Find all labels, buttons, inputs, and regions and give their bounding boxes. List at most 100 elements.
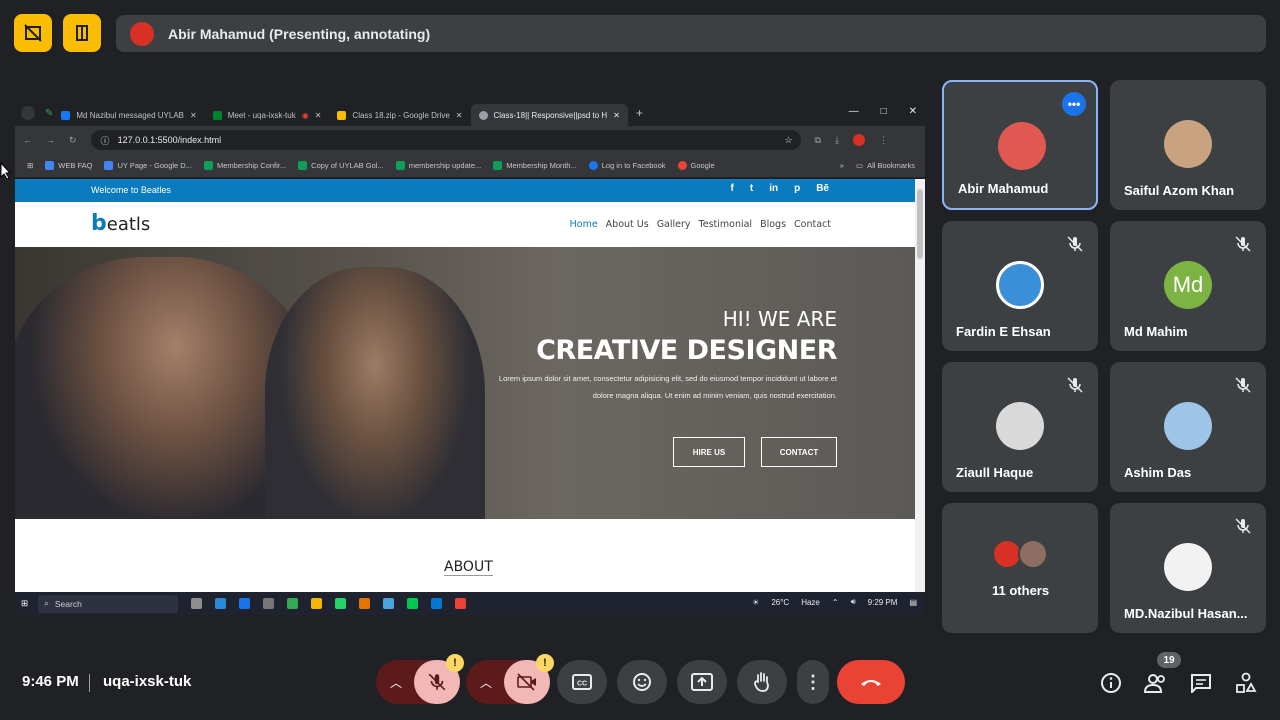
- mic-off-icon: [1235, 518, 1251, 534]
- facebook-icon[interactable]: f: [731, 183, 734, 194]
- new-tab-icon[interactable]: +: [636, 106, 643, 120]
- site-info-icon[interactable]: ⓘ: [101, 134, 110, 147]
- menu-dots-icon[interactable]: ⋮: [879, 135, 888, 146]
- site-nav-links: Home About Us Gallery Testimonial Blogs …: [570, 219, 831, 230]
- task-view-icon[interactable]: [191, 598, 203, 609]
- close-tab-icon[interactable]: ✕: [315, 111, 322, 120]
- nav-gallery[interactable]: Gallery: [657, 219, 691, 230]
- twitter-icon[interactable]: t: [750, 183, 753, 194]
- bookmark-item[interactable]: UY Page - Google D...: [104, 161, 192, 170]
- others-tile[interactable]: 11 others: [942, 503, 1098, 633]
- profile-avatar[interactable]: [852, 134, 865, 146]
- scroll-thumb[interactable]: [917, 189, 923, 259]
- camera-options-chevron-icon[interactable]: ︿: [466, 660, 506, 704]
- all-bookmarks[interactable]: ▭ All Bookmarks: [856, 161, 915, 170]
- close-window-icon[interactable]: ✕: [909, 106, 917, 117]
- browser-tab[interactable]: Class 18.zip - Google Drive ✕: [329, 104, 470, 126]
- taskbar-search[interactable]: ⌕ Search: [38, 594, 179, 613]
- activities-icon: [1236, 672, 1257, 693]
- mic-toggle-button[interactable]: !: [414, 654, 464, 704]
- contact-button[interactable]: CONTACT: [761, 437, 837, 467]
- whatsapp-icon[interactable]: [335, 598, 347, 609]
- camera-toggle-button[interactable]: !: [504, 654, 554, 704]
- forward-icon[interactable]: →: [46, 135, 55, 145]
- participant-tile[interactable]: Fardin E Ehsan: [942, 221, 1098, 351]
- nav-about[interactable]: About Us: [606, 219, 649, 230]
- tray-icons[interactable]: ⌃: [832, 598, 839, 607]
- app-icon[interactable]: [263, 598, 275, 609]
- close-tab-icon[interactable]: ✕: [613, 111, 620, 120]
- reactions-button[interactable]: [617, 660, 667, 704]
- bookmark-item[interactable]: WEB FAQ: [45, 161, 92, 170]
- close-tab-icon[interactable]: ✕: [456, 111, 463, 120]
- participant-tile[interactable]: ••• Abir Mahamud: [942, 80, 1098, 210]
- more-options-icon[interactable]: •••: [1062, 92, 1086, 116]
- chat-button[interactable]: [1188, 670, 1214, 696]
- windows-start-icon[interactable]: ⊞: [21, 598, 28, 609]
- star-icon[interactable]: ☆: [784, 135, 792, 146]
- reload-icon[interactable]: ↻: [69, 135, 77, 146]
- download-icon[interactable]: ⤓: [835, 135, 839, 146]
- hire-us-button[interactable]: HIRE US: [673, 437, 745, 467]
- notification-icon[interactable]: ▤: [909, 598, 917, 607]
- minimize-icon[interactable]: —: [849, 106, 859, 117]
- app-icon[interactable]: [407, 598, 419, 609]
- linkedin-icon[interactable]: in: [769, 183, 778, 194]
- raise-hand-button[interactable]: [737, 660, 787, 704]
- bookmark-item[interactable]: Membership Confir...: [203, 161, 286, 170]
- mic-options-chevron-icon[interactable]: ︿: [376, 660, 416, 704]
- tab-search-icon[interactable]: [21, 106, 35, 120]
- page-scrollbar[interactable]: [915, 179, 925, 592]
- bookmark-item[interactable]: Log in to Facebook: [588, 161, 666, 170]
- participant-tile[interactable]: Ziaull Haque: [942, 362, 1098, 492]
- edge-icon[interactable]: [215, 598, 227, 609]
- site-logo[interactable]: beatls: [91, 211, 150, 236]
- people-button[interactable]: [1143, 670, 1169, 696]
- back-icon[interactable]: ←: [23, 135, 32, 145]
- vscode-icon[interactable]: [431, 598, 443, 609]
- browser-tab[interactable]: Meet - uqa-ixsk-tuk ◉ ✕: [205, 104, 330, 126]
- app-icon[interactable]: [383, 598, 395, 609]
- participant-tile[interactable]: Ashim Das: [1110, 362, 1266, 492]
- meeting-details-button[interactable]: [1098, 670, 1124, 696]
- browser-tab-active[interactable]: Class-18|| Responsive||psd to H ✕: [470, 104, 628, 126]
- captions-button[interactable]: CC: [557, 660, 607, 704]
- layout-button[interactable]: [63, 14, 101, 52]
- bookmark-label: UY Page - Google D...: [117, 161, 192, 170]
- leave-call-button[interactable]: [837, 660, 905, 704]
- address-bar[interactable]: ⓘ 127.0.0.1:5500/index.html ☆: [90, 130, 801, 150]
- nav-contact[interactable]: Contact: [794, 219, 831, 230]
- close-tab-icon[interactable]: ✕: [190, 111, 197, 120]
- nav-testimonial[interactable]: Testimonial: [699, 219, 753, 230]
- hide-annotations-button[interactable]: [14, 14, 52, 52]
- activities-button[interactable]: [1233, 670, 1259, 696]
- bookmark-item[interactable]: membership update...: [395, 161, 481, 170]
- apps-grid-icon[interactable]: ⊞: [27, 161, 33, 170]
- participant-tile[interactable]: Saiful Azom Khan: [1110, 80, 1266, 210]
- extensions-icon[interactable]: ⧉: [815, 135, 821, 146]
- volume-icon[interactable]: 🔊︎: [851, 597, 856, 607]
- avatar: [1018, 539, 1048, 569]
- more-bookmarks-icon[interactable]: »: [840, 161, 844, 170]
- nav-blogs[interactable]: Blogs: [760, 219, 786, 230]
- bookmark-item[interactable]: Copy of UYLAB Gol...: [298, 161, 384, 170]
- browser-icon[interactable]: [239, 598, 251, 609]
- bookmark-item[interactable]: Membership Month...: [493, 161, 577, 170]
- participant-tile[interactable]: MD.Nazibul Hasan...: [1110, 503, 1266, 633]
- mouse-cursor-icon: [0, 162, 12, 180]
- maximize-icon[interactable]: □: [881, 106, 887, 117]
- pinterest-icon[interactable]: p: [794, 183, 800, 194]
- explorer-icon[interactable]: [311, 598, 323, 609]
- chrome-icon[interactable]: [455, 598, 467, 609]
- browser-tab[interactable]: Md Nazibul messaged UYLAB ✕: [53, 104, 204, 126]
- behance-icon[interactable]: Bē: [816, 183, 829, 194]
- participant-tile[interactable]: Md Md Mahim: [1110, 221, 1266, 351]
- present-button[interactable]: [677, 660, 727, 704]
- logo-text: eatls: [106, 214, 151, 235]
- chrome-icon[interactable]: [287, 598, 299, 609]
- participant-name: 11 others: [992, 583, 1050, 598]
- bookmark-item[interactable]: Google: [677, 161, 715, 170]
- more-options-button[interactable]: ⋮: [797, 660, 829, 704]
- app-icon[interactable]: [359, 598, 371, 609]
- nav-home[interactable]: Home: [570, 219, 598, 230]
